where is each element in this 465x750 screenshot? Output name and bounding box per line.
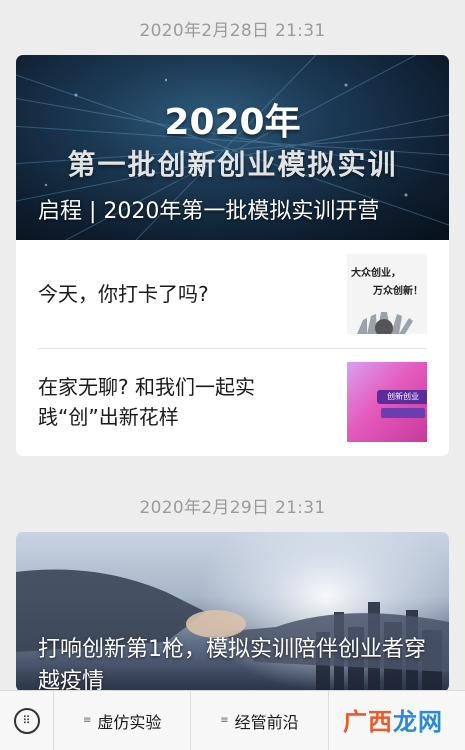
- list-item[interactable]: 今天，你打卡了吗? 大众创业， 万众创新！: [16, 240, 449, 348]
- keyboard-toggle-button[interactable]: ⠿: [0, 690, 54, 750]
- gear-icon: [357, 312, 413, 334]
- hero-banner-subtitle: 第一批创新创业模拟实训: [67, 148, 398, 181]
- hero-banner-year: 2020年: [164, 102, 301, 143]
- hero-article[interactable]: 2020年 第一批创新创业模拟实训 启程 | 2020年第一批模拟实训开营: [16, 55, 449, 240]
- thumbnail-decoration: [381, 408, 425, 418]
- thumbnail-text: 创新创业: [377, 390, 427, 404]
- article-card: 2020年 第一批创新创业模拟实训 启程 | 2020年第一批模拟实训开营 今天…: [16, 55, 449, 456]
- list-item[interactable]: 在家无聊? 和我们一起实践“创”出新花样 创新创业: [16, 348, 449, 456]
- menu-item-label: 经管前沿: [234, 712, 299, 732]
- article-title: 今天，你打卡了吗?: [38, 282, 209, 306]
- timestamp: 2020年2月29日 21:31: [139, 498, 326, 518]
- watermark-logo: 广西龙网: [343, 702, 443, 737]
- article-thumbnail: 大众创业， 万众创新！: [347, 254, 427, 334]
- menu-item-label: 虚仿实验: [97, 712, 162, 732]
- article-thumbnail: 创新创业: [347, 362, 427, 442]
- menu-lines-icon: ≡: [82, 715, 92, 726]
- hero-article[interactable]: 打响创新第1枪，模拟实训陪伴创业者穿越疫情: [16, 532, 449, 692]
- menu-lines-icon: ≡: [220, 715, 229, 726]
- watermark-text: 龙网: [393, 708, 443, 736]
- hero-title: 打响创新第1枪，模拟实训陪伴创业者穿越疫情: [38, 637, 426, 692]
- timestamp: 2020年2月28日 21:31: [139, 21, 326, 41]
- menu-item-virtual-experiment[interactable]: ≡ 虚仿实验: [54, 690, 192, 750]
- keyboard-icon: ⠿: [13, 707, 40, 734]
- article-card: 打响创新第1枪，模拟实训陪伴创业者穿越疫情: [16, 532, 449, 692]
- menu-item-management-frontier[interactable]: ≡ 经管前沿: [191, 690, 329, 750]
- watermark-text: 广西: [343, 708, 393, 736]
- article-title: 在家无聊? 和我们一起实践“创”出新花样: [38, 375, 255, 429]
- hero-title: 启程 | 2020年第一批模拟实训开营: [38, 199, 380, 224]
